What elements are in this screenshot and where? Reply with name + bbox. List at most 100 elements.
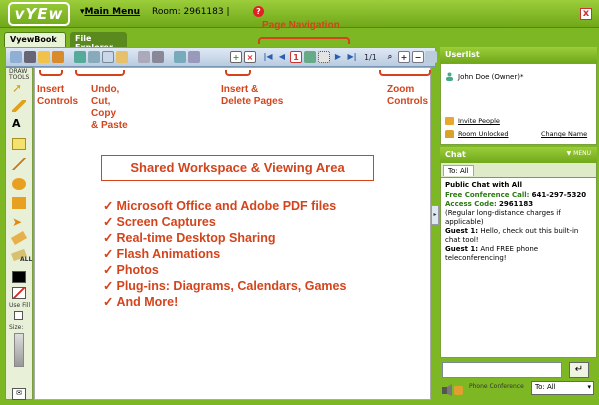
help-icon[interactable]: ? bbox=[253, 6, 264, 17]
pointer-icon[interactable]: ➚ bbox=[12, 82, 26, 94]
feature-label: Flash Animations bbox=[116, 247, 221, 261]
add-page-icon[interactable]: + bbox=[230, 51, 242, 63]
user-avatar-icon bbox=[445, 72, 454, 81]
send-back-icon[interactable] bbox=[152, 51, 164, 63]
send-button[interactable]: ↵ bbox=[569, 362, 589, 378]
ellipse-tool-icon[interactable] bbox=[12, 178, 26, 190]
select-icon[interactable] bbox=[174, 51, 186, 63]
page-navigation-brace bbox=[258, 37, 350, 44]
feature-item: ✓ And More! bbox=[103, 294, 178, 309]
zoom-out-icon[interactable]: − bbox=[412, 51, 424, 63]
insert-controls-brace bbox=[39, 70, 63, 76]
prev-page-icon[interactable]: ◀ bbox=[276, 51, 288, 63]
undo-icon[interactable] bbox=[74, 51, 86, 63]
page-thumb-icon[interactable]: 1 bbox=[290, 51, 302, 63]
conf-call-label: Free Conference Call: bbox=[445, 191, 530, 199]
invite-icon bbox=[445, 117, 454, 125]
tab-vyewbook-label: VyewBook bbox=[10, 35, 57, 44]
feature-item: ✓ Photos bbox=[103, 262, 159, 277]
text-tool-icon[interactable]: A bbox=[12, 118, 26, 130]
chat-note: (Regular long-distance charges if applic… bbox=[445, 209, 561, 226]
phone-conference-button[interactable]: Phone Conference bbox=[442, 382, 527, 398]
close-button[interactable]: x bbox=[580, 8, 592, 20]
shared-workspace[interactable]: Insert Controls Undo, Cut, Copy & Paste … bbox=[34, 67, 431, 400]
insert-page-icon[interactable] bbox=[10, 51, 22, 63]
zoom-brace bbox=[379, 70, 431, 76]
delete-page-icon[interactable]: × bbox=[244, 51, 256, 63]
chat-sender: Guest 1: bbox=[445, 245, 479, 253]
userlist-header: Userlist bbox=[440, 47, 597, 63]
copy-icon[interactable] bbox=[102, 51, 114, 63]
chat-recipient-select[interactable]: To: All ▾ bbox=[531, 381, 594, 395]
userlist-panel: John Doe (Owner)* Invite People Room Unl… bbox=[440, 63, 597, 145]
chat-heading: Public Chat with All bbox=[445, 181, 522, 189]
undo-brace bbox=[75, 70, 125, 76]
check-icon: ✓ bbox=[103, 215, 114, 229]
unlock-icon bbox=[445, 130, 454, 138]
line-tool-icon[interactable] bbox=[12, 158, 26, 170]
feature-item: ✓ Flash Animations bbox=[103, 246, 220, 261]
room-unlocked-link[interactable]: Room Unlocked bbox=[458, 130, 508, 138]
zoom-in-icon[interactable]: + bbox=[398, 51, 410, 63]
check-icon: ✓ bbox=[103, 295, 114, 309]
page-navigation-annotation: Page Navigation bbox=[262, 20, 340, 31]
print-icon[interactable] bbox=[24, 51, 36, 63]
snapshot-icon[interactable] bbox=[52, 51, 64, 63]
workspace-title-box: Shared Workspace & Viewing Area bbox=[101, 155, 374, 181]
chat-title: Chat bbox=[445, 150, 466, 159]
chat-input[interactable] bbox=[442, 362, 562, 378]
zoom-actual-icon[interactable] bbox=[425, 51, 437, 63]
tab-file-explorer[interactable]: File Explorer bbox=[70, 32, 127, 52]
mail-icon[interactable]: ✉ bbox=[12, 388, 26, 400]
chat-sender: Guest 1: bbox=[445, 227, 479, 235]
zoom-annotation: Zoom Controls bbox=[387, 84, 429, 107]
vyew-logo: vYEw bbox=[8, 2, 70, 26]
clear-all-label: ALL bbox=[20, 256, 33, 263]
line-color-swatch[interactable] bbox=[12, 271, 26, 283]
zoom-fit-icon[interactable]: ⌕ bbox=[384, 51, 396, 63]
cut-icon[interactable] bbox=[88, 51, 100, 63]
page-grid-icon[interactable] bbox=[304, 51, 316, 63]
next-page-icon[interactable]: ▶ bbox=[332, 51, 344, 63]
last-page-icon[interactable]: ▶| bbox=[346, 51, 358, 63]
main-menu-link[interactable]: ▾Main Menu bbox=[80, 7, 140, 17]
bring-front-icon[interactable] bbox=[138, 51, 150, 63]
feature-label: Real-time Desktop Sharing bbox=[116, 231, 276, 245]
chat-menu-button[interactable]: ▼ MENU bbox=[567, 150, 591, 157]
paste-icon[interactable] bbox=[116, 51, 128, 63]
feature-item: ✓ Real-time Desktop Sharing bbox=[103, 230, 276, 245]
insert-delete-brace bbox=[225, 70, 251, 76]
use-fill-label: Use Fill bbox=[9, 302, 31, 309]
size-slider[interactable] bbox=[14, 333, 24, 367]
chat-tabs: To: All bbox=[440, 163, 597, 177]
highlighter-icon[interactable] bbox=[10, 231, 28, 245]
rectangle-tool-icon[interactable] bbox=[12, 197, 26, 209]
user-list-item[interactable]: John Doe (Owner)* bbox=[458, 73, 523, 81]
first-page-icon[interactable]: |◀ bbox=[262, 51, 274, 63]
phone-icon bbox=[442, 384, 463, 396]
blank-page-icon[interactable] bbox=[318, 51, 330, 63]
feature-label: And More! bbox=[116, 295, 179, 309]
use-fill-checkbox[interactable] bbox=[14, 311, 23, 320]
invite-people-link[interactable]: Invite People bbox=[458, 117, 500, 125]
chat-recipient-value: To: All bbox=[535, 383, 556, 391]
feature-label: Plug-ins: Diagrams, Calendars, Games bbox=[116, 279, 347, 293]
check-icon: ✓ bbox=[103, 247, 114, 261]
feature-item: ✓ Plug-ins: Diagrams, Calendars, Games bbox=[103, 278, 346, 293]
check-icon: ✓ bbox=[103, 199, 114, 213]
note-icon[interactable] bbox=[12, 138, 26, 150]
fill-color-swatch[interactable] bbox=[12, 287, 26, 299]
room-number: Room: 2961183 | bbox=[152, 7, 230, 17]
group-icon[interactable] bbox=[188, 51, 200, 63]
tab-vyewbook[interactable]: VyewBook bbox=[4, 32, 66, 47]
change-name-link[interactable]: Change Name bbox=[541, 130, 587, 138]
feature-label: Screen Captures bbox=[116, 215, 216, 229]
pencil-icon[interactable] bbox=[12, 100, 26, 112]
panel-splitter-handle[interactable]: ▸ bbox=[431, 205, 439, 225]
phone-conference-label: Phone Conference bbox=[469, 383, 524, 390]
chevron-down-icon: ▾ bbox=[587, 383, 591, 391]
chat-tab-all[interactable]: To: All bbox=[443, 165, 474, 176]
undo-annotation: Undo, Cut, Copy & Paste bbox=[91, 84, 128, 131]
arrow-tool-icon[interactable]: ➤ bbox=[12, 216, 26, 228]
import-icon[interactable] bbox=[38, 51, 50, 63]
